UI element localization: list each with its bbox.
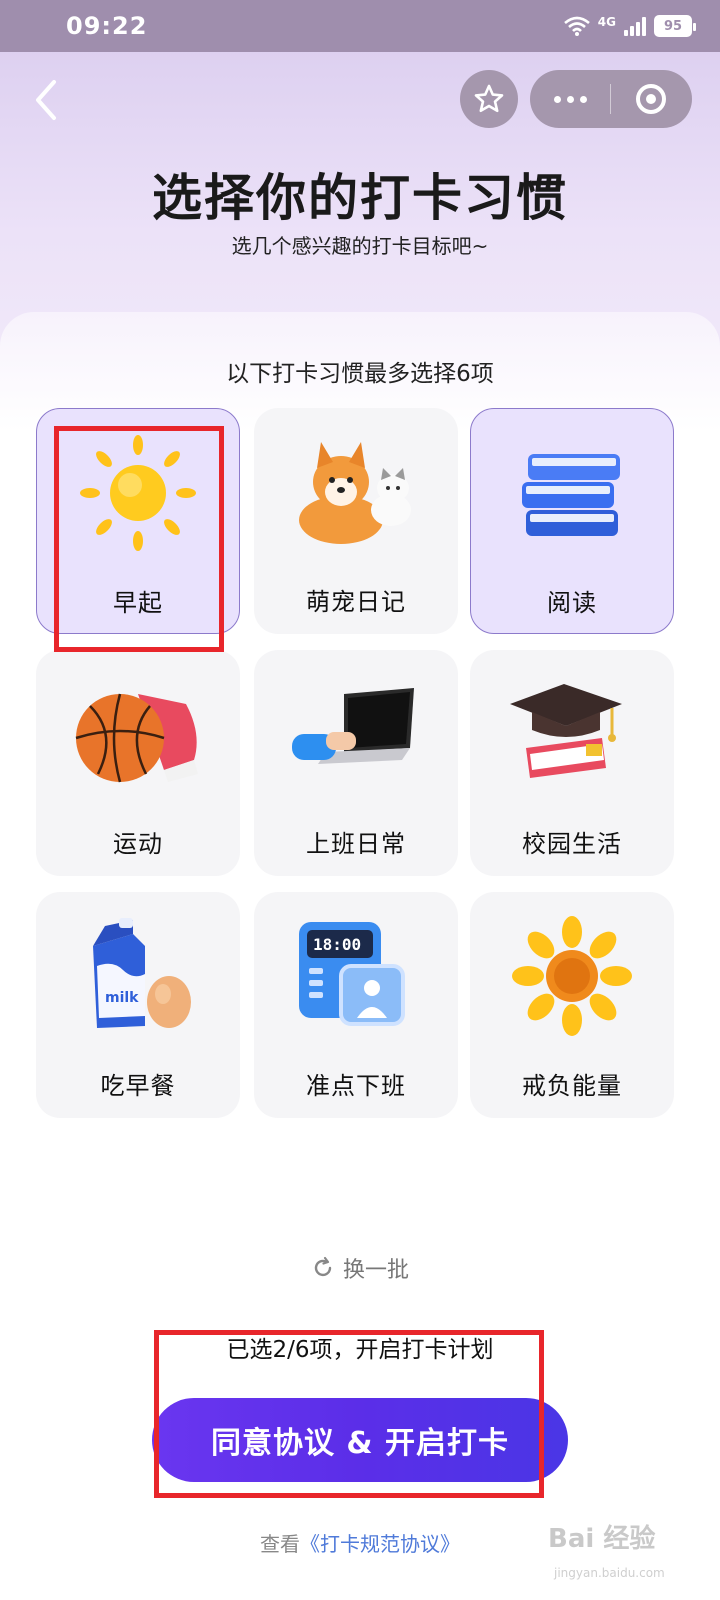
chevron-left-icon — [36, 80, 56, 120]
watermark-logo: Bai 经验 jingyan.baidu.com — [548, 1518, 708, 1590]
habit-tile-reading[interactable]: 阅读 — [470, 408, 674, 634]
habit-tile-exercise[interactable]: 运动 — [36, 650, 240, 876]
milk-icon: milk — [63, 906, 213, 1046]
status-icons: 4G 95 — [563, 15, 696, 37]
habit-tile-campus-life[interactable]: 校园生活 — [470, 650, 674, 876]
clock-icon: 18:00 — [281, 906, 431, 1046]
highlight-box-cta — [154, 1330, 544, 1498]
habit-tile-leave-on-time[interactable]: 18:00 准点下班 — [254, 892, 458, 1118]
selection-limit-text: 以下打卡习惯最多选择6项 — [226, 361, 494, 387]
more-button[interactable] — [530, 70, 610, 128]
wifi-icon — [563, 16, 590, 36]
svg-text:milk: milk — [105, 990, 139, 1006]
page-title: 选择你的打卡习惯 — [152, 169, 568, 227]
watermark-sub: jingyan.baidu.com — [554, 1566, 665, 1580]
laptop-icon — [281, 664, 431, 804]
refresh-icon — [314, 1256, 332, 1277]
watermark-text: Bai 经验 — [548, 1524, 656, 1554]
page-subtitle: 选几个感兴趣的打卡目标吧~ — [231, 234, 489, 258]
refresh-button[interactable]: 换一批 — [0, 1252, 720, 1284]
books-icon — [497, 423, 647, 563]
habit-label: 阅读 — [547, 589, 597, 617]
habit-label: 吃早餐 — [100, 1072, 176, 1100]
status-bar: 09:22 4G 95 — [0, 0, 720, 52]
mini-program-capsule — [530, 70, 692, 128]
battery-level: 95 — [663, 18, 683, 34]
close-button[interactable] — [611, 70, 691, 128]
refresh-label: 换一批 — [342, 1258, 409, 1283]
habit-tile-pet-diary[interactable]: 萌宠日记 — [254, 408, 458, 634]
svg-text:18:00: 18:00 — [313, 935, 361, 954]
habit-tile-quit-negativity[interactable]: 戒负能量 — [470, 892, 674, 1118]
habit-tile-breakfast[interactable]: milk 吃早餐 — [36, 892, 240, 1118]
habit-label: 运动 — [113, 830, 163, 858]
habit-label: 萌宠日记 — [306, 588, 406, 616]
habit-label: 准点下班 — [306, 1072, 406, 1100]
network-type: 4G — [597, 15, 616, 29]
sunflower-icon — [497, 906, 647, 1046]
graduation-cap-icon — [497, 664, 647, 804]
back-button[interactable] — [28, 76, 68, 124]
agreement-prefix: 查看 — [260, 1532, 300, 1556]
star-icon — [474, 84, 504, 113]
more-dots-icon — [553, 95, 587, 103]
signal-icon — [624, 16, 646, 36]
battery-icon: 95 — [654, 15, 696, 37]
habit-tile-work-daily[interactable]: 上班日常 — [254, 650, 458, 876]
basketball-icon — [63, 664, 213, 804]
highlight-box-early-rise — [54, 426, 224, 652]
favorite-button[interactable] — [460, 70, 518, 128]
status-time: 09:22 — [66, 12, 148, 40]
agreement-link[interactable]: 《打卡规范协议》 — [300, 1532, 460, 1556]
pets-icon — [281, 422, 431, 562]
habit-label: 上班日常 — [306, 830, 406, 858]
habit-label: 校园生活 — [522, 830, 622, 858]
target-icon — [636, 84, 666, 114]
habit-label: 戒负能量 — [522, 1072, 622, 1100]
